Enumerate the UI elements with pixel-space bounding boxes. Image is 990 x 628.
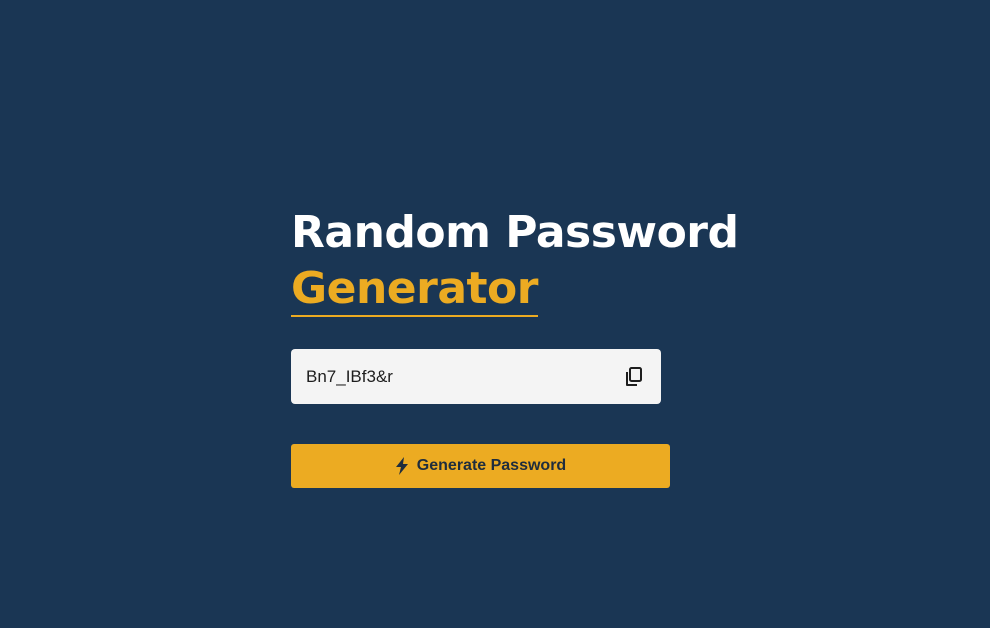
title-line-primary: Random Password [291,207,739,258]
password-display [291,349,661,404]
copy-icon [626,366,642,386]
copy-button[interactable] [623,366,645,388]
password-field[interactable] [306,366,623,387]
title-line-highlight: Generator [291,263,538,317]
bolt-icon [395,457,411,475]
page-title: Random Password Generator [291,205,751,317]
generator-card: Random Password Generator Generate Passw… [291,205,751,488]
generate-password-button[interactable]: Generate Password [291,444,670,488]
generate-button-label: Generate Password [416,457,567,474]
